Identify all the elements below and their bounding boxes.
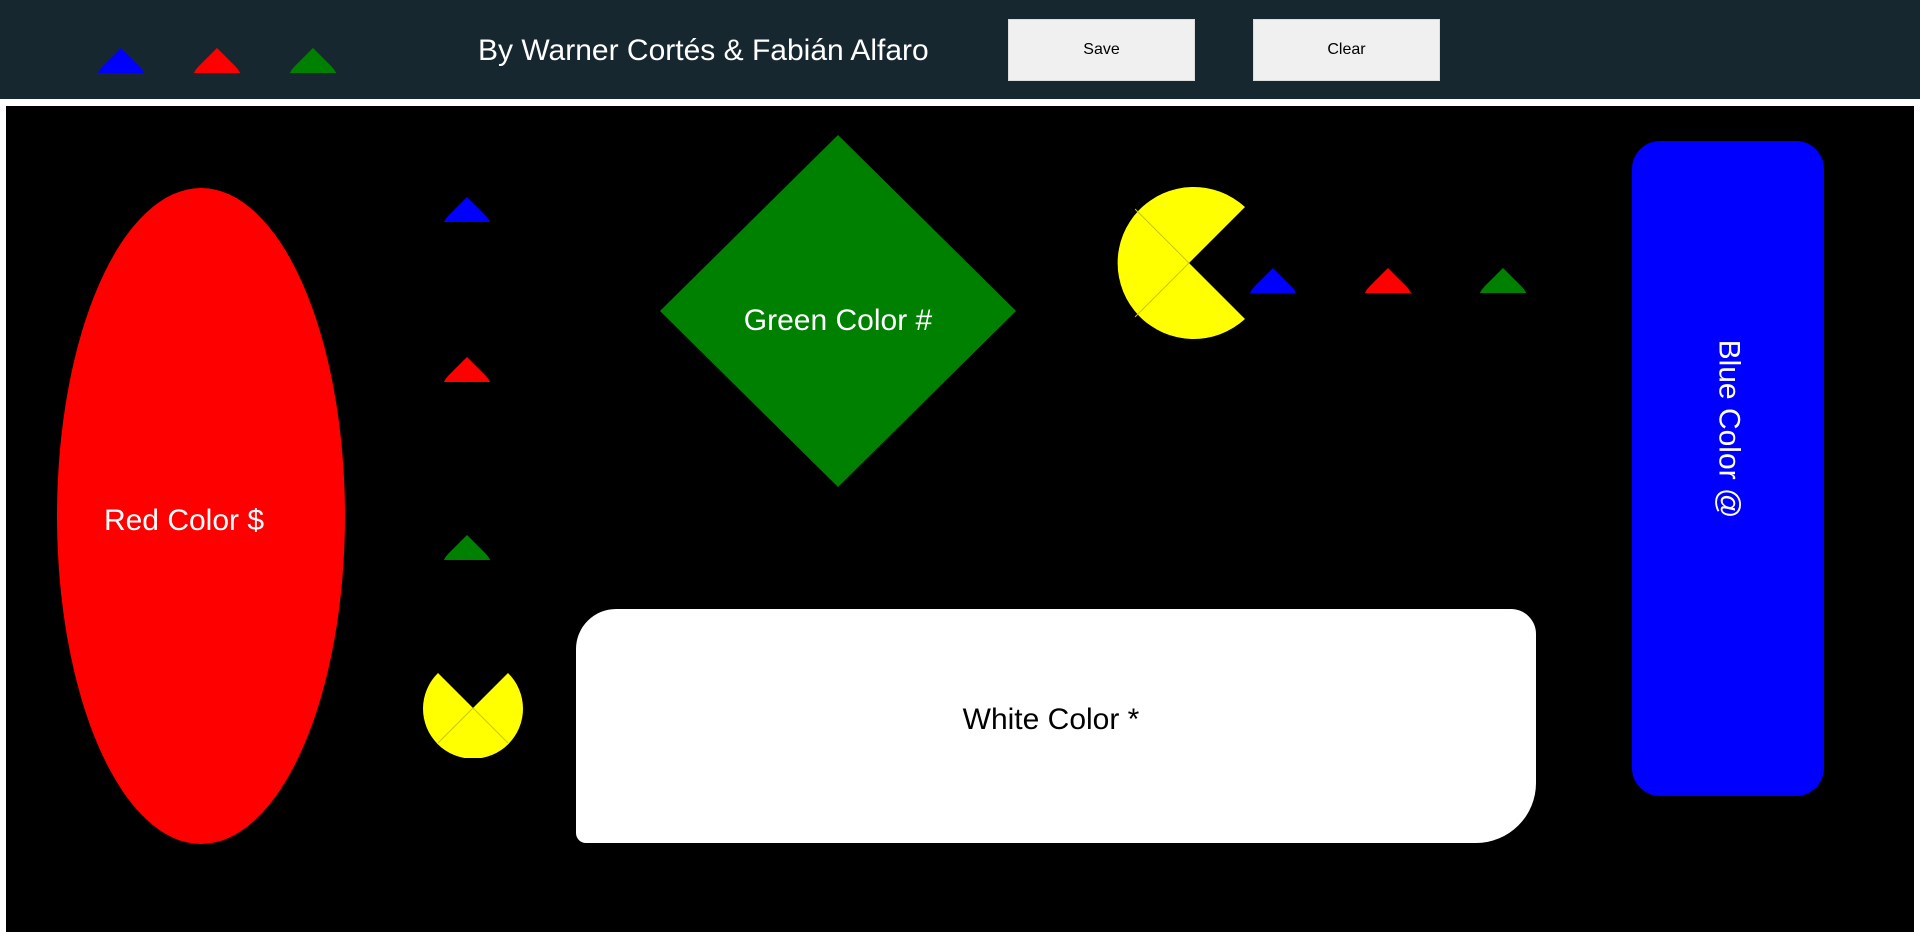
blue-rounded-pill-shape[interactable]: Blue Color @ xyxy=(1632,141,1824,796)
white-shape-label: White Color * xyxy=(962,703,1140,736)
blue-shape-label: Blue Color @ xyxy=(1711,339,1745,518)
red-shape-label: Red Color $ xyxy=(103,504,265,537)
toolbar-divider xyxy=(0,99,1920,101)
clear-button[interactable]: Clear xyxy=(1253,19,1440,81)
red-pacman-icon[interactable] xyxy=(191,23,243,73)
red-pacman-icon[interactable] xyxy=(441,332,493,382)
white-rounded-rectangle-shape[interactable]: White Color * xyxy=(576,609,1536,843)
red-pacman-icon[interactable] xyxy=(1362,243,1414,293)
green-pacman-icon[interactable] xyxy=(1477,243,1529,293)
yellow-pacman-icon[interactable] xyxy=(422,668,524,758)
green-pacman-icon[interactable] xyxy=(287,23,339,73)
credits-title: By Warner Cortés & Fabián Alfaro xyxy=(478,34,929,67)
toolbar: By Warner Cortés & Fabián Alfaro Save Cl… xyxy=(0,0,1920,99)
blue-pacman-icon[interactable] xyxy=(1247,243,1299,293)
green-diamond-shape[interactable]: Green Color # xyxy=(660,135,1016,487)
green-shape-label: Green Color # xyxy=(743,304,933,337)
red-ellipse-shape[interactable]: Red Color $ xyxy=(57,188,345,844)
blue-pacman-icon[interactable] xyxy=(95,23,147,73)
save-button[interactable]: Save xyxy=(1008,19,1195,81)
green-pacman-icon[interactable] xyxy=(441,510,493,560)
yellow-pacman-icon[interactable] xyxy=(1113,187,1249,339)
drawing-canvas[interactable]: Red Color $ Green Color # White Color * … xyxy=(6,106,1914,932)
blue-pacman-icon[interactable] xyxy=(441,172,493,222)
